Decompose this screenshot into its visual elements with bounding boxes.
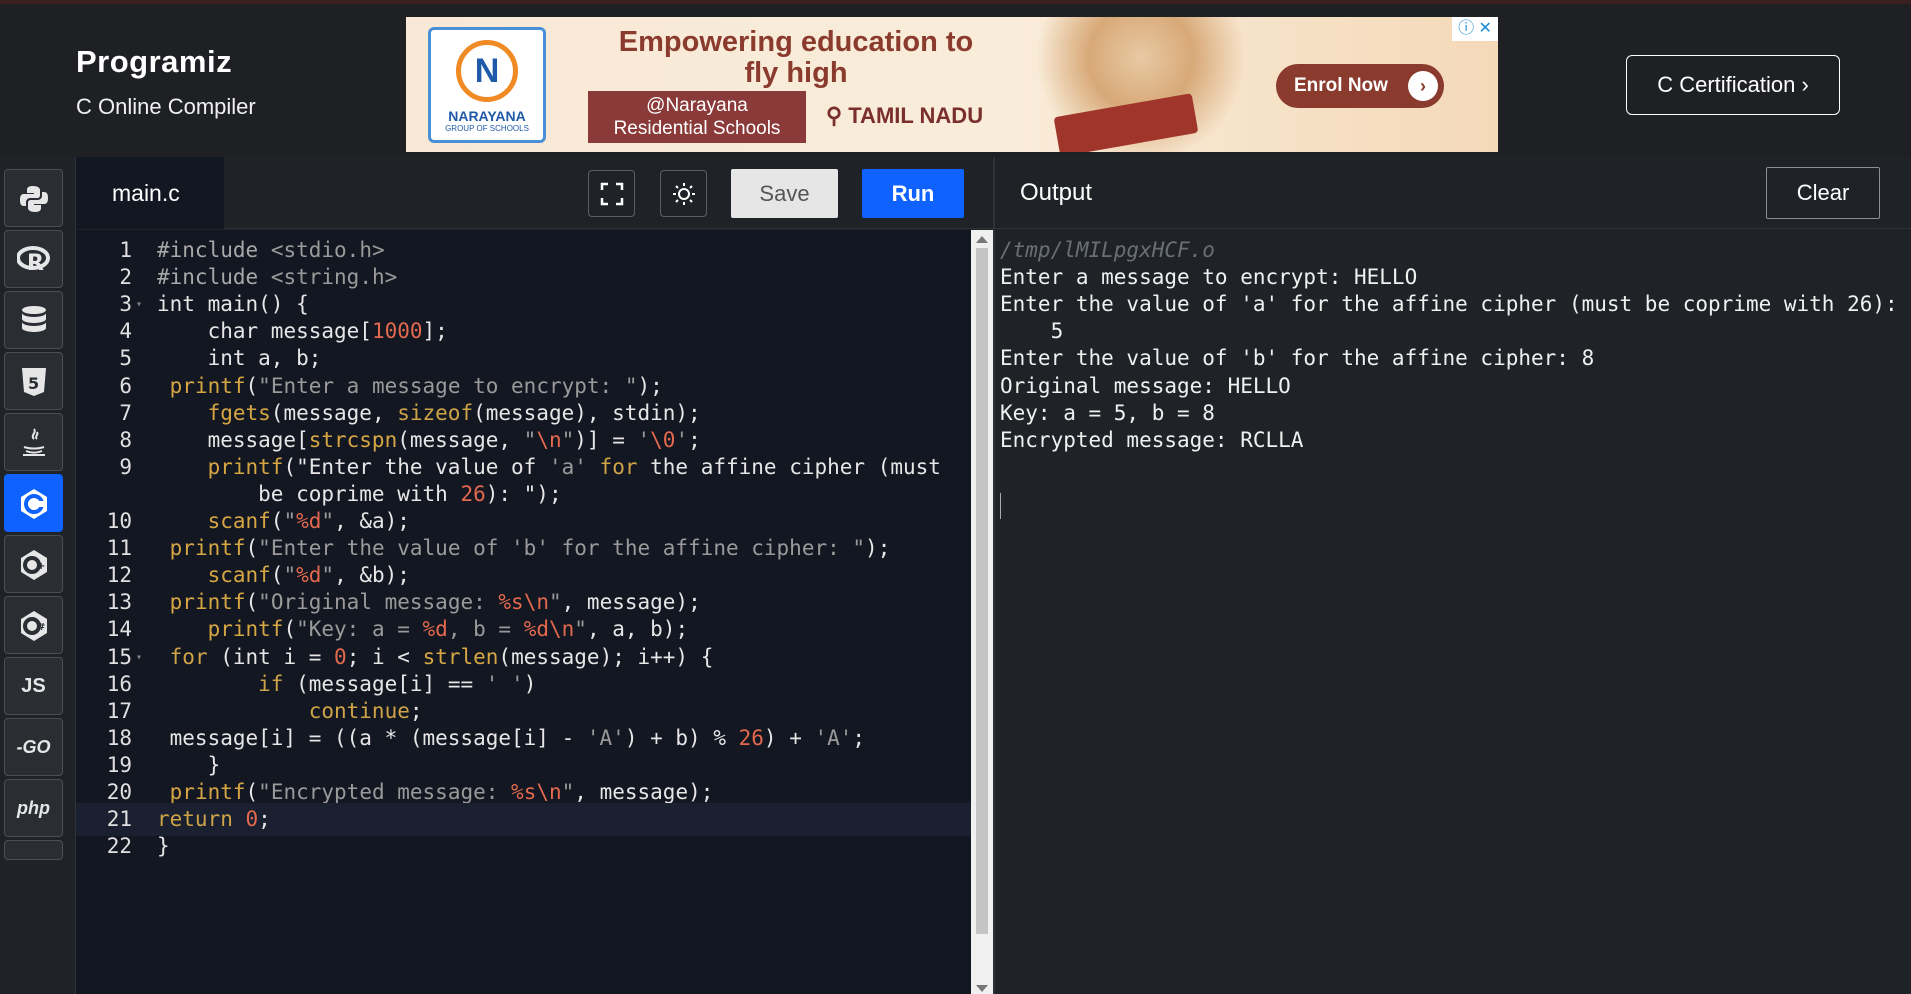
ad-school-name: Residential Schools [613, 118, 781, 139]
output-line: Enter the value of 'a' for the affine ci… [1000, 292, 1898, 317]
ad-enrol-label: Enrol Now [1294, 75, 1388, 96]
page-subtitle: C Online Compiler [76, 94, 256, 119]
output-header: Output Clear [995, 157, 1911, 229]
ad-handle-box: @Narayana Residential Schools [588, 91, 806, 143]
run-button[interactable]: Run [862, 169, 964, 218]
top-bar: Programiz C Online Compiler N NARAYANA G… [0, 0, 1911, 157]
svg-text:5: 5 [28, 374, 39, 393]
fullscreen-icon[interactable] [588, 170, 635, 217]
output-title: Output [1020, 179, 1093, 206]
ad-close-controls[interactable]: ⓘ ✕ [1452, 17, 1498, 41]
scroll-thumb[interactable] [976, 248, 988, 934]
more-languages-icon[interactable] [4, 840, 63, 860]
clear-button[interactable]: Clear [1766, 167, 1880, 219]
code-text: } [157, 834, 170, 859]
programiz-logo[interactable]: Programiz [76, 44, 256, 80]
ad-brand-logo: N NARAYANA GROUP OF SCHOOLS [428, 27, 546, 143]
cpp-icon[interactable]: + [4, 535, 63, 593]
editor-toolbar: main.c Save Run [76, 157, 993, 229]
js-label: JS [21, 675, 46, 697]
go-label: -GO [16, 737, 51, 757]
theme-toggle-sun-icon[interactable] [660, 170, 707, 217]
ad-girl-image [1026, 17, 1256, 152]
info-icon[interactable]: ⓘ [1458, 20, 1474, 37]
ad-brand-subname: GROUP OF SCHOOLS [445, 124, 529, 133]
go-icon[interactable]: -GO [4, 718, 63, 776]
ad-location: ⚲ TAMIL NADU [826, 103, 983, 129]
ad-logo-emblem: N [456, 40, 518, 102]
scroll-up-arrow-icon[interactable] [976, 236, 988, 243]
ad-enrol-button[interactable]: Enrol Now › [1276, 64, 1444, 108]
text-cursor [1000, 493, 1001, 519]
ad-location-text: TAMIL NADU [848, 103, 984, 128]
output-console[interactable]: /tmp/lMILpgxHCF.o Enter a message to encr… [995, 230, 1911, 994]
ad-brand-name: NARAYANA [448, 108, 526, 124]
php-icon[interactable]: php [4, 779, 63, 837]
ad-book-image [1053, 93, 1199, 152]
line-number: 22 [106, 834, 132, 859]
c-certification-button[interactable]: C Certification › [1626, 55, 1840, 115]
location-pin-icon: ⚲ [826, 103, 843, 128]
advertisement-banner[interactable]: N NARAYANA GROUP OF SCHOOLS Empowering e… [406, 17, 1498, 152]
python-icon[interactable] [4, 169, 63, 227]
output-line: Encrypted message: RCLLA [1000, 427, 1304, 452]
brand[interactable]: Programiz C Online Compiler [76, 44, 256, 120]
java-icon[interactable] [4, 413, 63, 471]
editor-scrollbar[interactable] [971, 230, 993, 994]
code-line[interactable]: 22} [76, 830, 971, 863]
chevron-right-icon: › [1408, 71, 1438, 101]
save-button[interactable]: Save [731, 169, 838, 218]
close-icon[interactable]: ✕ [1479, 20, 1492, 37]
database-icon[interactable] [4, 291, 63, 349]
c-language-icon[interactable] [4, 474, 63, 532]
r-language-icon[interactable]: R [4, 230, 63, 288]
ad-headline: Empowering education to fly high [618, 26, 974, 89]
svg-text:R: R [27, 251, 44, 276]
javascript-icon[interactable]: JS [4, 657, 63, 715]
tab-main-c[interactable]: main.c [76, 157, 224, 229]
php-label: php [17, 798, 50, 818]
csharp-icon[interactable]: # [4, 596, 63, 654]
ad-handle: @Narayana [646, 95, 748, 116]
scroll-down-arrow-icon[interactable] [976, 985, 988, 992]
html5-icon[interactable]: 5 [4, 352, 63, 410]
svg-text:#: # [37, 622, 45, 633]
code-editor[interactable]: 1 #include <stdio.h> 2 #include <string.h> 3… [76, 230, 971, 994]
language-sidebar: R 5 + # JS -GO php [0, 157, 76, 994]
svg-text:+: + [37, 561, 45, 572]
